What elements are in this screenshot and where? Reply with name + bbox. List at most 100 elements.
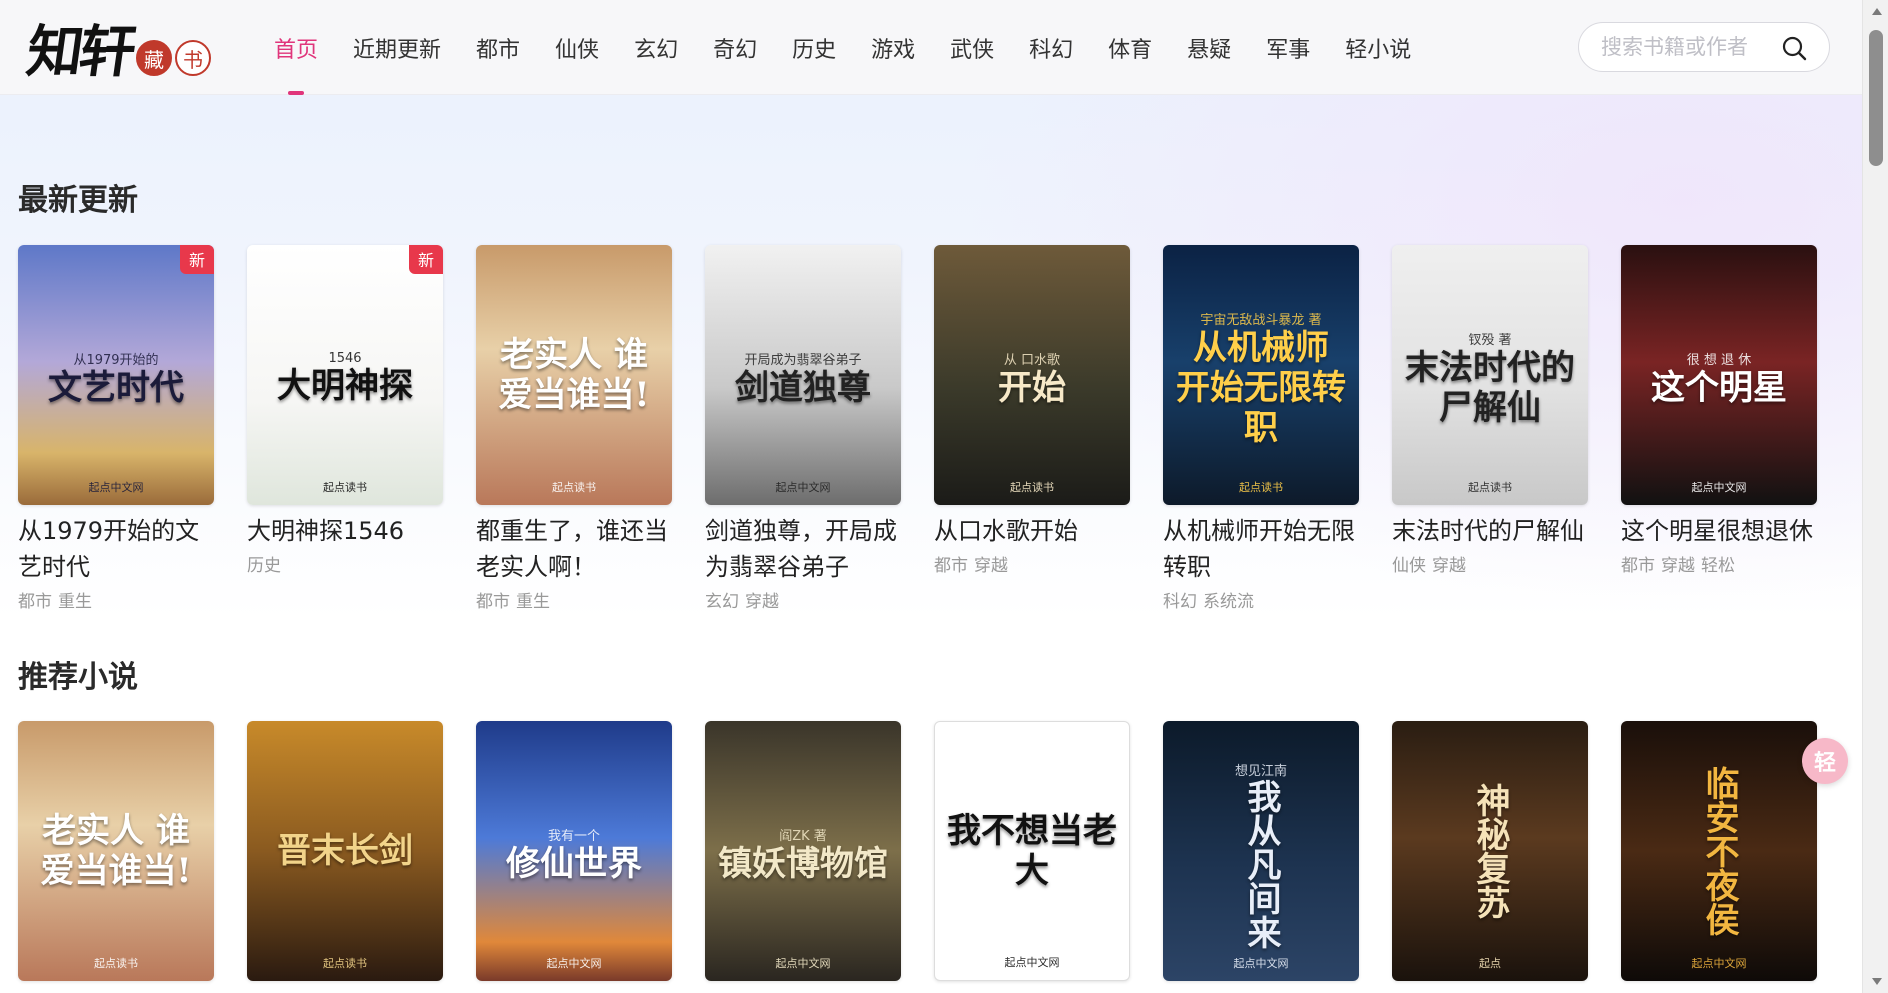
site-logo[interactable]: 知轩 藏 书: [23, 6, 248, 88]
book-cover[interactable]: 我有一个 修仙世界 起点中文网: [476, 721, 672, 981]
book-cover[interactable]: 从 口水歌 开始 起点读书: [934, 245, 1130, 505]
book-card[interactable]: 1546 大明神探 起点读书 新大明神探1546 历史: [247, 245, 443, 612]
nav-item[interactable]: 历史: [792, 0, 836, 95]
reader-mode-button[interactable]: 轻: [1802, 738, 1848, 784]
book-cover[interactable]: 钗殁 著末法时代的尸解仙 起点读书: [1392, 245, 1588, 505]
cover-subtitle: 很 想 退 休: [1686, 352, 1752, 368]
book-card[interactable]: 老实人 谁爱当谁当! 起点读书都重生了，谁还当老实人啊！ 都市 重生: [476, 245, 672, 612]
book-card[interactable]: 阎ZK 著镇妖博物馆 起点中文网: [705, 721, 901, 981]
book-tag[interactable]: 都市: [934, 556, 968, 576]
book-cover[interactable]: 1546 大明神探 起点读书 新: [247, 245, 443, 505]
nav-item[interactable]: 游戏: [871, 0, 915, 95]
nav-item[interactable]: 仙侠: [555, 0, 599, 95]
book-title-link[interactable]: 从机械师开始无限转职: [1163, 513, 1359, 585]
search-input[interactable]: [1601, 35, 1771, 59]
book-tag[interactable]: 重生: [58, 592, 92, 612]
nav-item[interactable]: 轻小说: [1345, 0, 1411, 95]
book-card[interactable]: 晋末长剑 起点读书: [247, 721, 443, 981]
nav-item[interactable]: 近期更新: [353, 0, 441, 95]
book-card[interactable]: 我不想当老大 起点中文网: [934, 721, 1130, 981]
cover-title: 临安不夜侯: [1699, 766, 1739, 936]
cover-title: 我从凡间来: [1241, 778, 1281, 949]
book-cover[interactable]: 我不想当老大 起点中文网: [934, 721, 1130, 981]
book-cover[interactable]: 临安不夜侯 起点中文网: [1621, 721, 1817, 981]
scroll-thumb[interactable]: [1869, 30, 1883, 166]
book-tags: 仙侠 穿越: [1392, 551, 1588, 576]
book-title-link[interactable]: 都重生了，谁还当老实人啊！: [476, 513, 672, 585]
book-tag[interactable]: 都市: [1621, 556, 1655, 576]
cover-publisher: 起点中文网: [1691, 481, 1747, 494]
scroll-down-arrow-icon[interactable]: [1872, 978, 1882, 985]
cover-title: 从机械师 开始无限转职: [1176, 327, 1346, 448]
book-title-link[interactable]: 从1979开始的文艺时代: [18, 513, 214, 585]
book-card[interactable]: 从1979开始的 文艺时代 起点中文网新从1979开始的文艺时代都市 重生: [18, 245, 214, 612]
search-icon[interactable]: [1781, 35, 1807, 61]
book-cover[interactable]: 宇宙无敌战斗暴龙 著从机械师 开始无限转职起点读书: [1163, 245, 1359, 505]
cover-subtitle: 从1979开始的: [73, 352, 159, 368]
nav-item[interactable]: 首页: [274, 0, 318, 95]
book-cover[interactable]: 很 想 退 休这个明星起点中文网: [1621, 245, 1817, 505]
book-card[interactable]: 从 口水歌 开始 起点读书从口水歌开始都市 穿越: [934, 245, 1130, 612]
book-tag[interactable]: 科幻: [1163, 592, 1197, 612]
book-title-link[interactable]: 从口水歌开始: [934, 513, 1130, 549]
book-tag[interactable]: 都市: [18, 592, 52, 612]
cover-title: 我不想当老大: [947, 811, 1117, 891]
book-card[interactable]: 老实人 谁爱当谁当! 起点读书: [18, 721, 214, 981]
book-card[interactable]: 开局成为翡翠谷弟子 剑道独尊 起点中文网剑道独尊，开局成为翡翠谷弟子玄幻 穿越: [705, 245, 901, 612]
book-card[interactable]: 想见江南 我从凡间来 起点中文网: [1163, 721, 1359, 981]
cover-subtitle: 宇宙无敌战斗暴龙 著: [1200, 312, 1322, 328]
nav-item[interactable]: 科幻: [1029, 0, 1073, 95]
book-cover[interactable]: 想见江南 我从凡间来 起点中文网: [1163, 721, 1359, 981]
recommended-books-grid: 老实人 谁爱当谁当! 起点读书 晋末长剑 起点读书 我有一个 修仙世界 起点中文网 阎ZK 著…: [18, 721, 1850, 981]
book-cover[interactable]: 阎ZK 著镇妖博物馆 起点中文网: [705, 721, 901, 981]
book-title-link[interactable]: 剑道独尊，开局成为翡翠谷弟子: [705, 513, 901, 585]
book-tag[interactable]: 穿越: [745, 592, 779, 612]
book-card[interactable]: 神秘复苏 起点: [1392, 721, 1588, 981]
book-tag[interactable]: 仙侠: [1392, 556, 1426, 576]
top-header: 知轩 藏 书 首页 近期更新 都市 仙侠 玄幻 奇幻 历史 游戏 武侠 科幻 体育 悬疑 军事 轻小说: [0, 0, 1862, 95]
book-tag[interactable]: 轻松: [1701, 556, 1735, 576]
book-tag[interactable]: 玄幻: [705, 592, 739, 612]
book-tags: 都市 穿越 轻松: [1621, 551, 1817, 576]
nav-item[interactable]: 军事: [1266, 0, 1310, 95]
book-card[interactable]: 钗殁 著末法时代的尸解仙 起点读书 末法时代的尸解仙 仙侠 穿越: [1392, 245, 1588, 612]
nav-item[interactable]: 都市: [476, 0, 520, 95]
nav-item[interactable]: 奇幻: [713, 0, 757, 95]
book-tag[interactable]: 历史: [247, 556, 281, 576]
search-box[interactable]: [1578, 22, 1830, 72]
cover-title: 老实人 谁爱当谁当!: [40, 811, 192, 891]
book-cover[interactable]: 老实人 谁爱当谁当! 起点读书: [476, 245, 672, 505]
book-cover[interactable]: 晋末长剑 起点读书: [247, 721, 443, 981]
book-card[interactable]: 我有一个 修仙世界 起点中文网: [476, 721, 672, 981]
scroll-up-arrow-icon[interactable]: [1872, 8, 1882, 15]
book-tag[interactable]: 穿越: [1661, 556, 1695, 576]
nav-item[interactable]: 武侠: [950, 0, 994, 95]
cover-publisher: 起点读书: [1010, 481, 1054, 494]
nav-item[interactable]: 悬疑: [1187, 0, 1231, 95]
book-title-link[interactable]: 这个明星很想退休: [1621, 513, 1817, 549]
book-cover[interactable]: 开局成为翡翠谷弟子 剑道独尊 起点中文网: [705, 245, 901, 505]
book-cover[interactable]: 老实人 谁爱当谁当! 起点读书: [18, 721, 214, 981]
book-cover[interactable]: 从1979开始的 文艺时代 起点中文网 新: [18, 245, 214, 505]
cover-subtitle: 我有一个: [547, 828, 600, 844]
book-tag[interactable]: 重生: [516, 592, 550, 612]
book-cover[interactable]: 神秘复苏 起点: [1392, 721, 1588, 981]
cover-title: 这个明星: [1651, 367, 1787, 408]
book-tag[interactable]: 穿越: [1432, 556, 1466, 576]
book-card[interactable]: 临安不夜侯 起点中文网: [1621, 721, 1817, 981]
cover-publisher: 起点读书: [1239, 481, 1283, 494]
book-card[interactable]: 宇宙无敌战斗暴龙 著从机械师 开始无限转职起点读书从机械师开始无限转职科幻 系统流: [1163, 245, 1359, 612]
nav-item[interactable]: 体育: [1108, 0, 1152, 95]
book-tag[interactable]: 穿越: [974, 556, 1008, 576]
nav-item[interactable]: 玄幻: [634, 0, 678, 95]
book-card[interactable]: 很 想 退 休这个明星 起点中文网 这个明星很想退休 都市 穿越 轻松: [1621, 245, 1817, 612]
new-badge: 新: [408, 245, 443, 274]
cover-title: 末法时代的尸解仙: [1405, 347, 1575, 428]
book-tag[interactable]: 系统流: [1203, 592, 1254, 612]
book-title-link[interactable]: 大明神探1546: [247, 513, 443, 549]
cover-publisher: 起点中文网: [1233, 957, 1289, 970]
main-nav: 首页 近期更新 都市 仙侠 玄幻 奇幻 历史 游戏 武侠 科幻 体育 悬疑 军事 轻小说: [274, 0, 1446, 95]
scrollbar[interactable]: [1862, 0, 1888, 993]
book-tag[interactable]: 都市: [476, 592, 510, 612]
book-title-link[interactable]: 末法时代的尸解仙: [1392, 513, 1588, 549]
